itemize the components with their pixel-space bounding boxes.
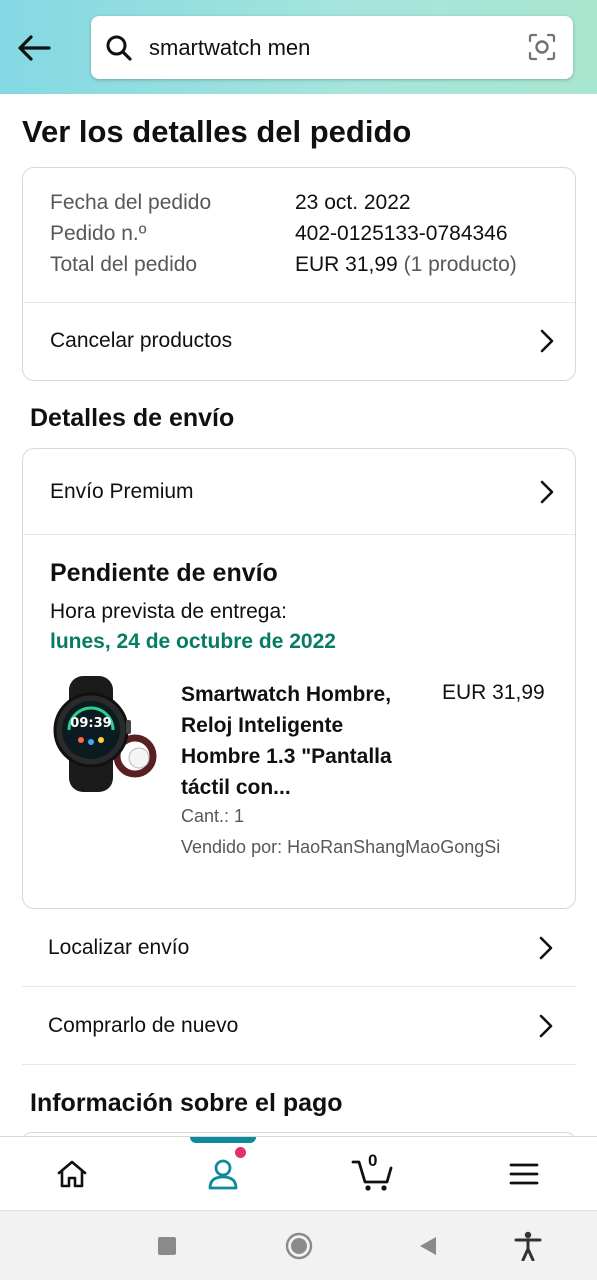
buy-again-link[interactable]: Comprarlo de nuevo (22, 987, 576, 1065)
camera-search-icon[interactable] (527, 32, 557, 62)
chevron-right-icon (540, 480, 554, 504)
order-number-row: Pedido n.º 402-0125133-0784346 (50, 222, 508, 246)
circle-icon (285, 1232, 313, 1260)
accessibility-button[interactable] (513, 1231, 543, 1261)
order-summary-card: Fecha del pedido 23 oct. 2022 Pedido n.º… (22, 167, 576, 381)
watch-face-time: 09:39 (70, 716, 111, 731)
nav-cart[interactable] (323, 1137, 423, 1211)
track-shipment-label: Localizar envío (48, 935, 190, 959)
shipping-card: Envío Premium Pendiente de envío Hora pr… (22, 448, 576, 909)
recent-apps-button[interactable] (152, 1231, 182, 1261)
hamburger-menu-icon (509, 1163, 539, 1185)
shipment-status: Pendiente de envío (50, 559, 278, 587)
square-icon (158, 1237, 176, 1255)
product-quantity: Cant.: 1 (181, 806, 245, 826)
account-icon (208, 1159, 238, 1190)
payment-section-title: Información sobre el pago (30, 1089, 343, 1117)
triangle-back-icon (420, 1237, 436, 1255)
search-icon (105, 33, 135, 63)
search-header (0, 0, 597, 94)
nav-account[interactable] (173, 1137, 273, 1211)
home-system-button[interactable] (284, 1231, 314, 1261)
system-navigation-bar (0, 1210, 597, 1280)
order-total-value: EUR 31,99 (295, 253, 398, 276)
back-arrow-icon (18, 35, 51, 61)
order-item-count: (1 producto) (403, 253, 517, 276)
delivery-estimate-label: Hora prevista de entrega: (50, 600, 287, 623)
order-number-label: Pedido n.º (50, 222, 147, 245)
chevron-right-icon (540, 329, 554, 353)
buy-again-label: Comprarlo de nuevo (48, 1013, 239, 1037)
bottom-navigation: 0 (0, 1136, 597, 1210)
page-title: Ver los detalles del pedido (22, 114, 412, 149)
product-image[interactable]: 09:39 (47, 674, 159, 794)
shipping-method-label: Envío Premium (50, 480, 194, 503)
notification-dot (235, 1147, 246, 1158)
order-date-label: Fecha del pedido (50, 191, 212, 214)
product-title-link[interactable]: Smartwatch Hombre, Reloj Inteligente Hom… (181, 679, 421, 803)
home-icon (57, 1160, 87, 1188)
track-shipment-link[interactable]: Localizar envío (22, 909, 576, 987)
shipping-section-title: Detalles de envío (30, 404, 235, 432)
accessibility-icon (514, 1231, 542, 1261)
search-box[interactable] (91, 16, 573, 79)
back-system-button[interactable] (413, 1231, 443, 1261)
product-seller: Vendido por: HaoRanShangMaoGongSi (181, 837, 501, 857)
nav-home[interactable] (22, 1137, 122, 1211)
order-date-value: 23 oct. 2022 (295, 191, 411, 214)
order-total-row: Total del pedido EUR 31,99 (1 producto) (50, 253, 517, 277)
cancel-products-link[interactable]: Cancelar productos (23, 302, 575, 380)
order-total-label: Total del pedido (50, 253, 198, 276)
order-number-value: 402-0125133-0784346 (295, 222, 508, 245)
back-button[interactable] (12, 28, 56, 68)
chevron-right-icon (539, 936, 553, 960)
cart-count-badge: 0 (368, 1151, 378, 1170)
delivery-estimate-date: lunes, 24 de octubre de 2022 (50, 630, 336, 653)
product-price: EUR 31,99 (442, 681, 545, 704)
nav-menu[interactable] (474, 1137, 574, 1211)
chevron-right-icon (539, 1014, 553, 1038)
order-total-value-wrap: EUR 31,99 (1 producto) (295, 253, 517, 277)
shipping-method-link[interactable]: Envío Premium (23, 453, 575, 531)
cancel-products-label: Cancelar productos (50, 329, 233, 352)
divider (23, 534, 575, 535)
search-input[interactable] (149, 34, 509, 61)
order-date-row: Fecha del pedido 23 oct. 2022 (50, 191, 411, 215)
